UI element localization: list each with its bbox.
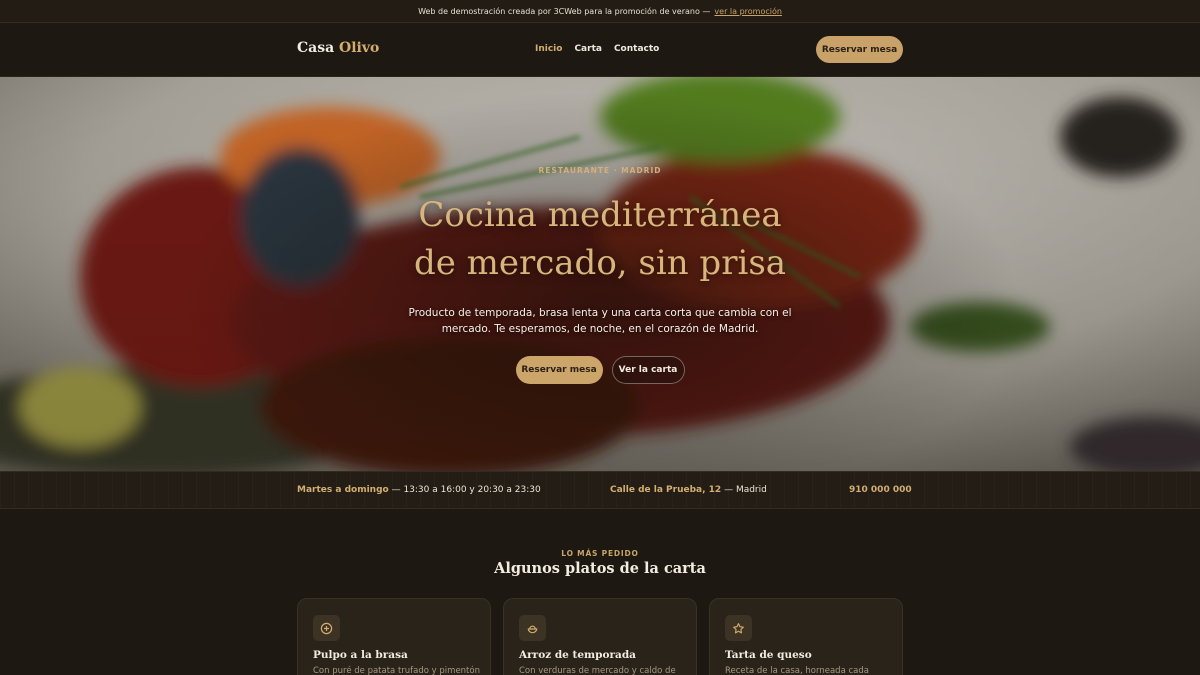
plus-circle-icon [313, 615, 340, 641]
phone-number[interactable]: 910 000 000 [849, 485, 912, 495]
nav-link-carta[interactable]: Carta [574, 44, 602, 54]
main-nav: Casa Olivo Inicio Carta Contacto Reserva… [0, 23, 1200, 77]
opening-hours: Martes a domingo — 13:30 a 16:00 y 20:30… [297, 485, 541, 495]
dish-card[interactable]: Tarta de queso Receta de la casa, hornea… [709, 598, 903, 675]
promo-link[interactable]: ver la promoción [714, 7, 782, 16]
dish-title: Tarta de queso [725, 649, 812, 661]
hero-reserve-button[interactable]: Reservar mesa [515, 356, 603, 384]
bowl-icon [519, 615, 546, 641]
nav-links: Inicio Carta Contacto [535, 44, 659, 54]
star-icon [725, 615, 752, 641]
nav-link-inicio[interactable]: Inicio [535, 44, 562, 54]
opening-days: Martes a domingo [297, 485, 389, 495]
brand-name: Casa [297, 40, 335, 56]
hero-title-line-1: Cocina mediterránea [418, 195, 782, 235]
hero-section: RESTAURANTE · MADRID Cocina mediterránea… [0, 77, 1200, 471]
dish-card[interactable]: Arroz de temporada Con verduras de merca… [503, 598, 697, 675]
view-menu-button[interactable]: Ver la carta [611, 356, 685, 384]
promo-text: Web de demostración creada por 3CWeb par… [418, 6, 711, 16]
brand-accent: Olivo [339, 40, 380, 56]
opening-times: — 13:30 a 16:00 y 20:30 a 23:30 [391, 485, 541, 495]
hero-subtitle: Producto de temporada, brasa lenta y una… [408, 307, 792, 335]
section-eyebrow: LO MÁS PEDIDO [561, 549, 639, 558]
dish-description: Con verduras de mercado y caldo de [519, 666, 676, 675]
dish-description: Con puré de patata trufado y pimentón [313, 666, 480, 675]
address: Calle de la Prueba, 12 — Madrid [610, 485, 767, 495]
phone-value: 910 000 000 [849, 485, 912, 495]
promo-bar: Web de demostración creada por 3CWeb par… [0, 0, 1200, 23]
section-title: Algunos platos de la carta [494, 560, 706, 577]
dish-title: Arroz de temporada [519, 649, 636, 661]
hero-title-line-2: de mercado, sin prisa [413, 243, 787, 283]
address-city: — Madrid [724, 485, 767, 495]
dish-description: Receta de la casa, horneada cada [725, 666, 869, 675]
hero-actions: Reservar mesa Ver la carta [0, 356, 1200, 384]
dish-card[interactable]: Pulpo a la brasa Con puré de patata truf… [297, 598, 491, 675]
reserve-button[interactable]: Reservar mesa [816, 36, 903, 63]
hero-eyebrow: RESTAURANTE · MADRID [538, 166, 662, 175]
hero-title: Cocina mediterránea de mercado, sin pris… [0, 191, 1200, 287]
info-strip: Martes a domingo — 13:30 a 16:00 y 20:30… [0, 471, 1200, 509]
address-street: Calle de la Prueba, 12 [610, 485, 722, 495]
dish-title: Pulpo a la brasa [313, 649, 408, 661]
brand-logo[interactable]: Casa Olivo [297, 40, 379, 56]
nav-link-contacto[interactable]: Contacto [614, 44, 659, 54]
